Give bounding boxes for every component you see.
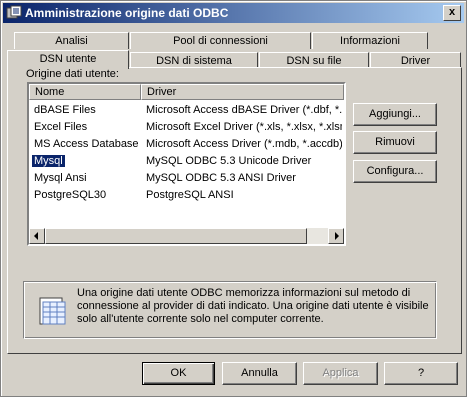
odbc-admin-window: Amministrazione origine dati ODBC x Anal… bbox=[0, 0, 467, 397]
tab-label: Pool di connessioni bbox=[173, 35, 268, 47]
dsn-driver: MySQL ODBC 5.3 Unicode Driver bbox=[146, 155, 312, 167]
dsn-name: dBASE Files bbox=[34, 104, 96, 116]
dsn-name: Mysql Ansi bbox=[34, 172, 87, 184]
list-item[interactable]: PostgreSQL30 PostgreSQL ANSI bbox=[29, 187, 344, 203]
tab-label: DSN utente bbox=[39, 53, 97, 65]
user-dsn-list[interactable]: Nome Driver dBASE Files Microsoft Access… bbox=[27, 82, 346, 246]
window-title: Amministrazione origine dati ODBC bbox=[25, 6, 229, 20]
column-header-label: Driver bbox=[147, 86, 177, 98]
tab-pool-connessioni[interactable]: Pool di connessioni bbox=[130, 32, 311, 49]
dsn-name: PostgreSQL30 bbox=[34, 189, 107, 201]
tab-label: DSN di sistema bbox=[156, 55, 232, 67]
tab-informazioni[interactable]: Informazioni bbox=[312, 32, 428, 49]
data-source-info-icon bbox=[39, 297, 66, 325]
close-button[interactable]: x bbox=[443, 5, 461, 21]
title-bar[interactable]: Amministrazione origine dati ODBC x bbox=[3, 3, 464, 23]
list-item[interactable]: MS Access Database Microsoft Access Driv… bbox=[29, 136, 344, 152]
tab-label: Informazioni bbox=[340, 35, 400, 47]
list-label: Origine dati utente: bbox=[26, 68, 119, 80]
remove-button[interactable]: Rimuovi bbox=[353, 131, 437, 154]
help-button[interactable]: ? bbox=[384, 362, 458, 385]
info-box: Una origine dati utente ODBC memorizza i… bbox=[23, 281, 437, 339]
horizontal-scrollbar[interactable] bbox=[29, 228, 344, 244]
tab-analisi[interactable]: Analisi bbox=[14, 32, 129, 49]
dsn-driver: Microsoft Access dBASE Driver (*.dbf, *. bbox=[146, 104, 342, 116]
list-item-selected[interactable]: Mysql MySQL ODBC 5.3 Unicode Driver bbox=[29, 153, 344, 169]
configure-button[interactable]: Configura... bbox=[353, 160, 437, 183]
dsn-name: MS Access Database bbox=[34, 138, 139, 150]
tab-dsn-utente[interactable]: DSN utente bbox=[7, 50, 129, 69]
list-item[interactable]: dBASE Files Microsoft Access dBASE Drive… bbox=[29, 102, 344, 118]
dsn-utente-panel: Origine dati utente: Nome Driver dBASE F… bbox=[7, 67, 462, 354]
dsn-name: Excel Files bbox=[34, 121, 88, 133]
dsn-driver: MySQL ODBC 5.3 ANSI Driver bbox=[146, 172, 296, 184]
column-header-nome[interactable]: Nome bbox=[29, 84, 141, 100]
tab-label: Driver bbox=[400, 55, 431, 67]
column-header-driver[interactable]: Driver bbox=[141, 84, 344, 100]
scroll-left-icon bbox=[34, 232, 38, 240]
scroll-right-icon bbox=[335, 232, 339, 240]
tab-label: DSN su file bbox=[286, 55, 342, 67]
apply-button[interactable]: Applica bbox=[303, 362, 378, 385]
scrollbar-thumb[interactable] bbox=[45, 228, 307, 244]
dsn-name: Mysql bbox=[32, 155, 65, 167]
column-header-label: Nome bbox=[35, 86, 65, 98]
list-item[interactable]: Mysql Ansi MySQL ODBC 5.3 ANSI Driver bbox=[29, 170, 344, 186]
scroll-right-button[interactable] bbox=[328, 228, 344, 244]
scroll-left-button[interactable] bbox=[29, 228, 45, 244]
add-button[interactable]: Aggiungi... bbox=[353, 103, 437, 126]
dsn-driver: Microsoft Access Driver (*.mdb, *.accdb) bbox=[146, 138, 342, 150]
cancel-button[interactable]: Annulla bbox=[222, 362, 297, 385]
tab-label: Analisi bbox=[55, 35, 88, 47]
ok-button[interactable]: OK bbox=[142, 362, 215, 385]
list-item[interactable]: Excel Files Microsoft Excel Driver (*.xl… bbox=[29, 119, 344, 135]
close-icon: x bbox=[448, 6, 456, 18]
info-description: Una origine dati utente ODBC memorizza i… bbox=[77, 287, 429, 325]
odbc-app-icon bbox=[6, 5, 22, 19]
dsn-driver: Microsoft Excel Driver (*.xls, *.xlsx, *… bbox=[146, 121, 342, 133]
dsn-driver: PostgreSQL ANSI bbox=[146, 189, 234, 201]
